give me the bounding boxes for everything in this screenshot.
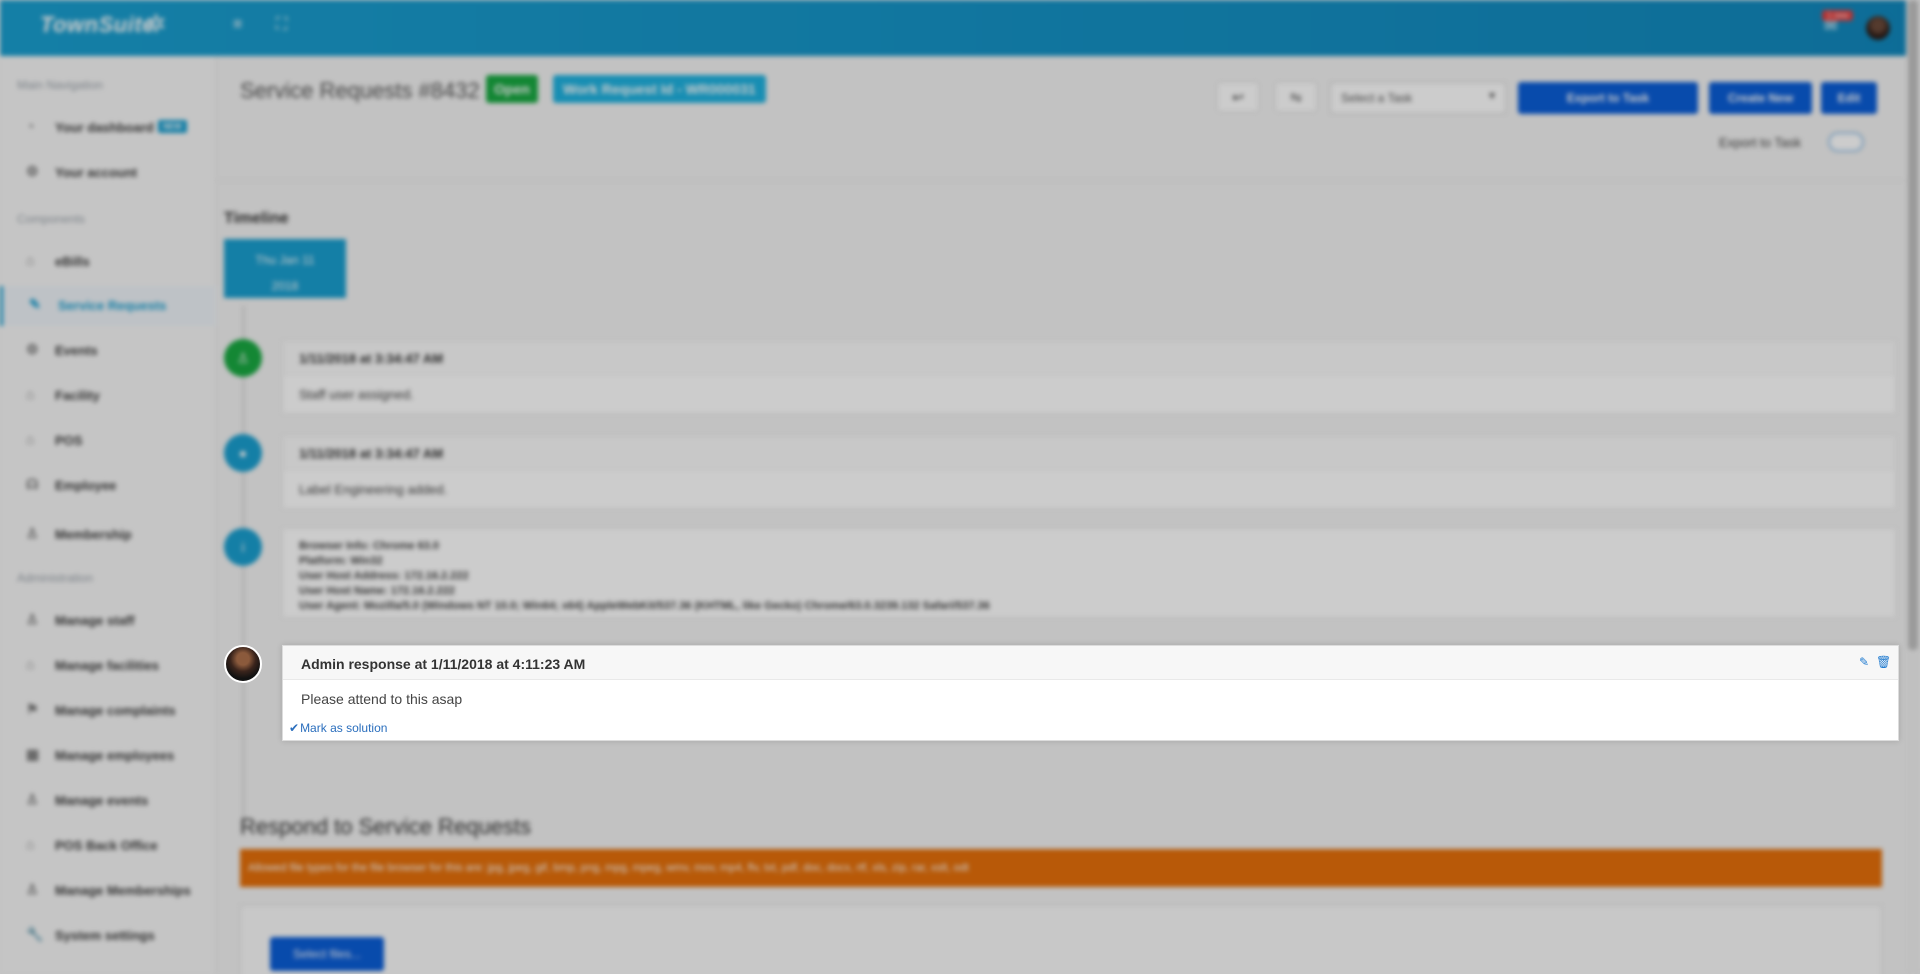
mark-as-solution-label: Mark as solution [300, 721, 388, 735]
admin-response-body: Please attend to this asap [301, 691, 463, 707]
modal-overlay [0, 0, 1920, 974]
checkmark-icon: ✔ [289, 721, 300, 735]
pencil-icon[interactable]: ✎ [1859, 655, 1875, 671]
mark-as-solution-link[interactable]: ✔Mark as solution [289, 721, 387, 735]
admin-avatar [224, 645, 262, 683]
admin-response-card: Admin response at 1/11/2018 at 4:11:23 A… [282, 645, 1899, 741]
trash-icon[interactable]: 🗑 [1876, 655, 1892, 671]
admin-response-header: Admin response at 1/11/2018 at 4:11:23 A… [283, 646, 1898, 680]
